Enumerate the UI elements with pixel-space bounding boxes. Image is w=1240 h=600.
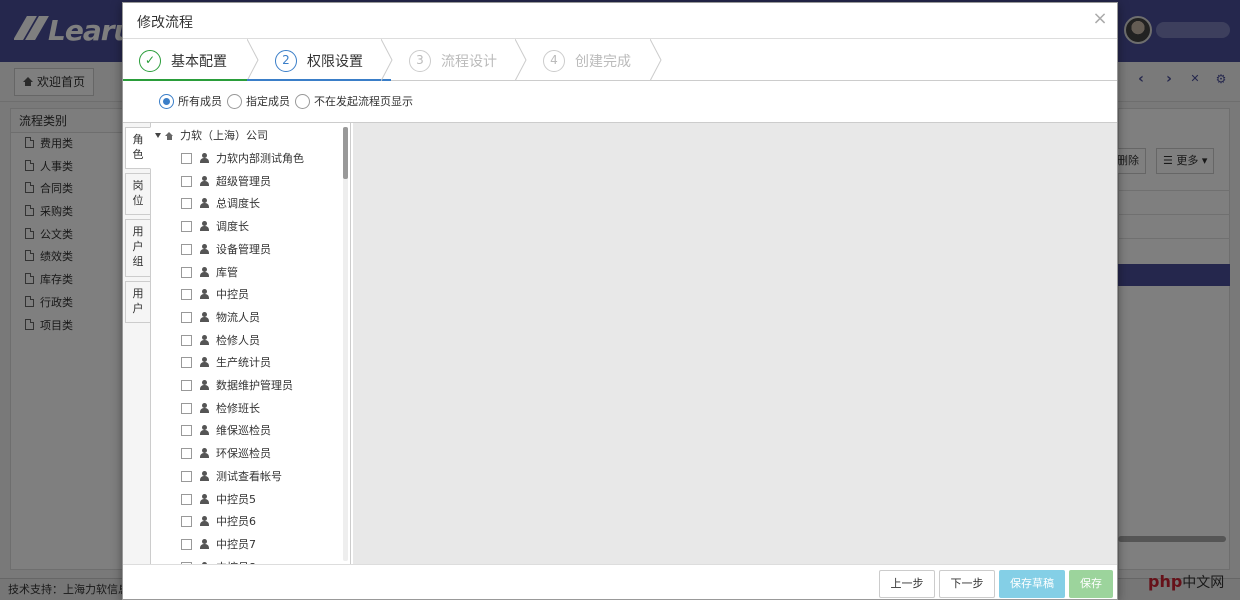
role-tree-item[interactable]: 中控员 bbox=[181, 285, 249, 305]
step-separator bbox=[381, 39, 393, 81]
role-tree: 力软（上海）公司 力软内部测试角色 超级管理员 总调度长调度长设备管理员库管 中控员物… bbox=[151, 123, 351, 565]
user-icon bbox=[200, 243, 209, 254]
role-tree-item[interactable]: 生产统计员 bbox=[181, 353, 271, 373]
step-basic-config[interactable]: ✓ 基本配置 bbox=[123, 39, 247, 81]
role-tree-item[interactable]: 数据维护管理员 bbox=[181, 376, 293, 396]
role-checkbox[interactable] bbox=[181, 153, 192, 164]
dialog-title: 修改流程 bbox=[137, 15, 193, 31]
role-tree-item[interactable]: 中控员7 bbox=[181, 535, 256, 555]
dialog-footer: 上一步 下一步 保存草稿 保存 bbox=[123, 564, 1117, 599]
role-checkbox[interactable] bbox=[181, 493, 192, 505]
wizard-steps: ✓ 基本配置 2 权限设置 3 流程设计 4 创建完成 bbox=[123, 39, 1117, 81]
role-checkbox[interactable] bbox=[181, 380, 192, 391]
role-checkbox[interactable] bbox=[181, 334, 192, 346]
user-icon bbox=[200, 402, 209, 413]
tree-scrollbar-thumb[interactable] bbox=[343, 127, 348, 179]
role-checkbox[interactable] bbox=[181, 516, 192, 528]
user-icon bbox=[200, 153, 209, 163]
role-tree-item[interactable]: 调度长 bbox=[181, 217, 249, 237]
role-checkbox[interactable] bbox=[181, 198, 192, 210]
role-tree-item[interactable]: 总调度长 bbox=[181, 194, 260, 214]
edit-flow-dialog: 修改流程 × ✓ 基本配置 2 权限设置 3 流程设计 4 创建完成 所有成员 … bbox=[122, 2, 1118, 600]
radio-all-members[interactable]: 所有成员 bbox=[159, 93, 222, 111]
member-scope-radios: 所有成员 指定成员 不在发起流程页显示 bbox=[123, 91, 1117, 113]
prev-step-button[interactable]: 上一步 bbox=[879, 570, 935, 598]
save-draft-button[interactable]: 保存草稿 bbox=[999, 570, 1065, 598]
role-checkbox[interactable] bbox=[181, 266, 192, 278]
role-tree-item[interactable]: 库管 bbox=[181, 263, 238, 283]
role-tree-item[interactable]: 力软内部测试角色 bbox=[181, 149, 304, 169]
role-checkbox[interactable] bbox=[181, 425, 192, 437]
collapse-icon[interactable] bbox=[155, 133, 161, 138]
user-icon bbox=[200, 425, 209, 436]
tab-post[interactable]: 岗 位 bbox=[125, 173, 151, 215]
user-icon bbox=[200, 470, 209, 481]
user-icon bbox=[200, 266, 209, 277]
user-icon bbox=[200, 448, 209, 459]
close-icon[interactable]: × bbox=[1091, 9, 1109, 29]
user-icon bbox=[200, 334, 209, 345]
role-checkbox[interactable] bbox=[181, 243, 192, 255]
radio-specified-members[interactable]: 指定成员 bbox=[227, 93, 290, 111]
role-checkbox[interactable] bbox=[181, 402, 192, 414]
role-tree-item[interactable]: 中控员6 bbox=[181, 512, 256, 532]
tree-scrollbar-track[interactable] bbox=[343, 127, 348, 561]
role-checkbox[interactable] bbox=[181, 470, 192, 482]
role-tree-item[interactable]: 超级管理员 bbox=[181, 172, 271, 192]
user-icon bbox=[200, 289, 209, 300]
vertical-tabs: 角 色 岗 位 用 户 组 用 户 bbox=[123, 123, 151, 565]
next-step-button[interactable]: 下一步 bbox=[939, 570, 995, 598]
role-tree-item[interactable]: 检修人员 bbox=[181, 331, 260, 351]
role-tree-item[interactable]: 维保巡检员 bbox=[181, 421, 271, 441]
step-separator bbox=[515, 39, 527, 81]
role-tree-item[interactable]: 中控员5 bbox=[181, 490, 256, 510]
role-tree-item[interactable]: 环保巡检员 bbox=[181, 444, 271, 464]
role-checkbox[interactable] bbox=[181, 448, 192, 460]
tree-root[interactable]: 力软（上海）公司 bbox=[155, 126, 268, 146]
step-flow-design[interactable]: 3 流程设计 bbox=[393, 39, 523, 81]
user-icon bbox=[200, 175, 209, 186]
save-button[interactable]: 保存 bbox=[1069, 570, 1113, 598]
role-checkbox[interactable] bbox=[181, 538, 192, 550]
step-separator bbox=[247, 39, 259, 81]
radio-hide-on-launch[interactable]: 不在发起流程页显示 bbox=[295, 93, 413, 111]
role-tree-item[interactable]: 检修班长 bbox=[181, 399, 260, 419]
role-tree-item[interactable]: 设备管理员 bbox=[181, 240, 271, 260]
tab-user-group[interactable]: 用 户 组 bbox=[125, 219, 151, 277]
role-checkbox[interactable] bbox=[181, 175, 192, 187]
user-icon bbox=[200, 221, 209, 232]
role-checkbox[interactable] bbox=[181, 311, 192, 323]
user-icon bbox=[200, 493, 209, 504]
role-checkbox[interactable] bbox=[181, 289, 192, 301]
permission-content: 角 色 岗 位 用 户 组 用 户 力软（上海）公司 力软内部测试角色 超级管理员… bbox=[123, 122, 1117, 565]
user-icon bbox=[200, 538, 209, 549]
role-tree-item[interactable]: 测试查看帐号 bbox=[181, 467, 282, 487]
role-checkbox[interactable] bbox=[181, 221, 192, 233]
tab-user[interactable]: 用 户 bbox=[125, 281, 151, 323]
step-complete[interactable]: 4 创建完成 bbox=[527, 39, 657, 81]
user-icon bbox=[200, 357, 209, 368]
step-permission[interactable]: 2 权限设置 bbox=[247, 39, 391, 81]
role-tree-item[interactable]: 物流人员 bbox=[181, 308, 260, 328]
check-icon: ✓ bbox=[139, 50, 161, 72]
home-icon bbox=[165, 132, 174, 140]
user-icon bbox=[200, 380, 209, 390]
dialog-header: 修改流程 × bbox=[123, 3, 1117, 39]
selected-members-panel bbox=[353, 123, 1117, 565]
user-icon bbox=[200, 516, 209, 527]
user-icon bbox=[200, 198, 209, 209]
step-separator bbox=[650, 39, 662, 81]
tab-role[interactable]: 角 色 bbox=[125, 127, 151, 169]
user-icon bbox=[200, 311, 209, 322]
role-checkbox[interactable] bbox=[181, 357, 192, 369]
